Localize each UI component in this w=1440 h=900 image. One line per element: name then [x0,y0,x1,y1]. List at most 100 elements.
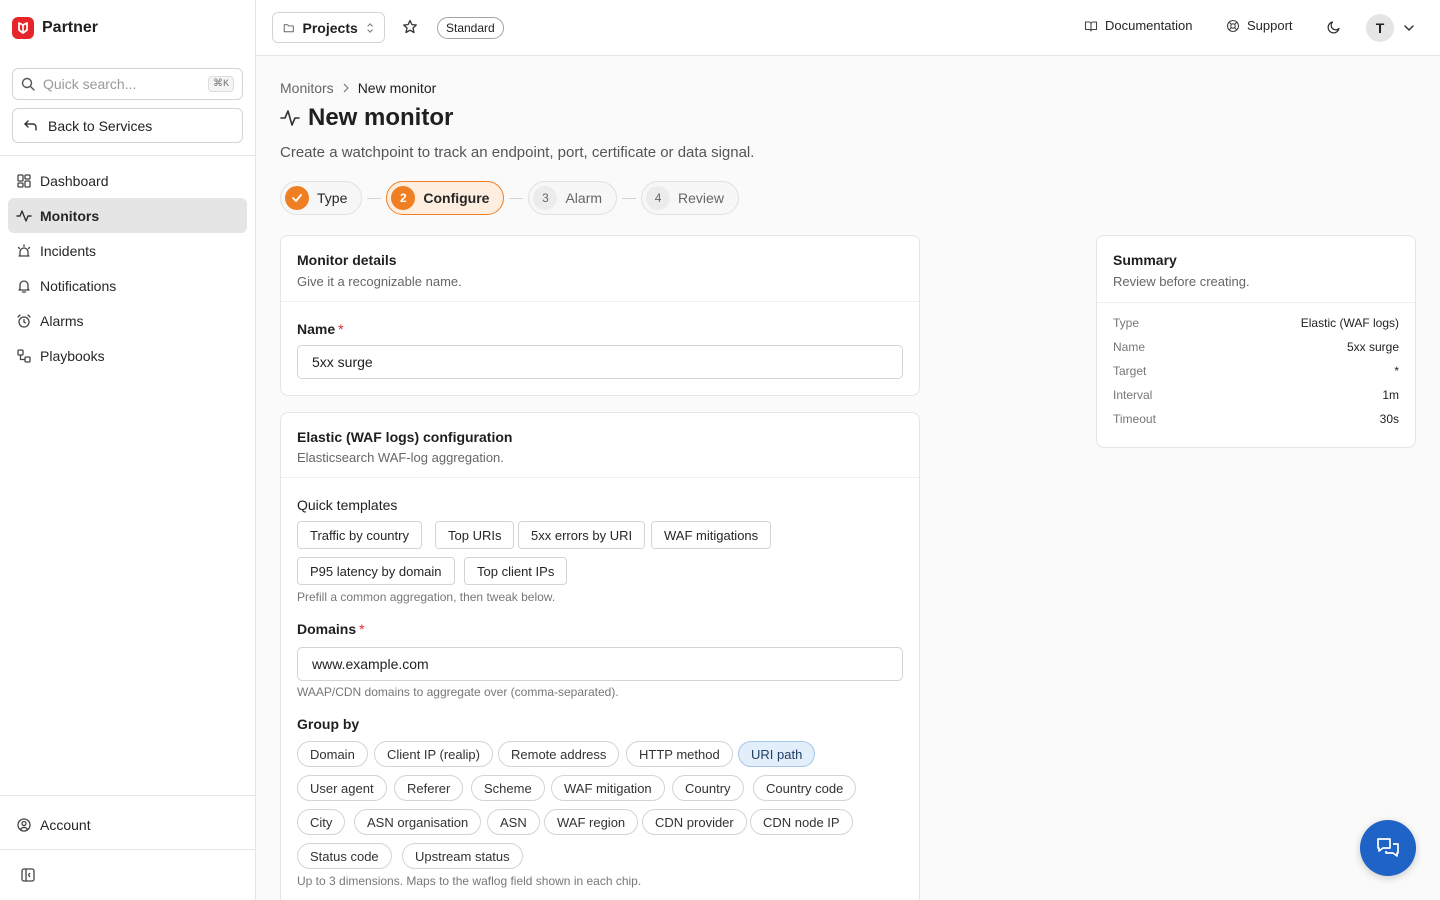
summary-key: Name [1113,340,1146,354]
divider [0,155,255,156]
step-separator [367,197,382,199]
card-description: Elasticsearch WAF-log aggregation. [297,450,504,465]
project-selector[interactable]: Projects [272,12,385,43]
domains-input[interactable]: www.example.com [297,647,903,681]
group-by-hint: Up to 3 dimensions. Maps to the waflog f… [297,874,642,888]
group-by-label: Group by [297,716,360,732]
sidebar-item-label: Alarms [40,312,84,329]
sidebar-item-incidents[interactable]: Incidents [8,233,247,268]
back-label: Back to Services [48,117,153,134]
activity-icon [280,110,300,126]
group-chip-cdn-node-ip[interactable]: CDN node IP [750,809,853,835]
domains-field-label: Domains * [297,621,365,637]
template-waf-mitigations[interactable]: WAF mitigations [651,521,772,549]
group-chip-remote-address[interactable]: Remote address [498,741,620,767]
required-marker: * [338,321,344,337]
group-chip-asn-organisation[interactable]: ASN organisation [354,809,482,835]
card-title: Elastic (WAF logs) configuration [297,429,513,445]
account-menu-chevron[interactable] [1403,23,1415,33]
group-chip-country-code[interactable]: Country code [753,775,857,801]
chat-support-button[interactable] [1360,820,1416,876]
template-5xx-errors-by-uri[interactable]: 5xx errors by URI [518,521,646,549]
collapse-sidebar-button[interactable] [20,867,36,883]
group-chip-waf-region[interactable]: WAF region [544,809,639,835]
step-label: Review [678,190,724,206]
sidebar-item-label: Monitors [40,207,100,224]
group-chip-country[interactable]: Country [672,775,744,801]
card-header: Monitor details Give it a recognizable n… [281,236,919,302]
domains-hint: WAAP/CDN domains to aggregate over (comm… [297,685,619,699]
template-p95-latency-by-domain[interactable]: P95 latency by domain [297,557,455,585]
card-title: Monitor details [297,252,397,268]
monitor-details-card: Monitor details Give it a recognizable n… [280,235,920,396]
sidebar-item-playbooks[interactable]: Playbooks [8,338,247,373]
card-header: Elastic (WAF logs) configuration Elastic… [281,413,919,478]
book-open-icon [1084,20,1098,32]
group-chip-domain[interactable]: Domain [297,741,368,767]
search-placeholder: Quick search... [43,76,137,92]
divider [0,849,255,850]
sidebar-item-alarms[interactable]: Alarms [8,303,247,338]
step-alarm[interactable]: 3 Alarm [528,181,618,215]
back-to-services-button[interactable]: Back to Services [12,108,243,143]
group-chip-http-method[interactable]: HTTP method [626,741,733,767]
activity-icon [16,209,32,222]
step-configure[interactable]: 2 Configure [386,181,505,215]
brand-name: Partner [42,19,99,36]
template-traffic-by-country[interactable]: Traffic by country [297,521,422,549]
top-bar: Projects Standard Documentation Support … [256,0,1440,56]
summary-value: 5xx surge [1346,340,1399,354]
stepper: Type 2 Configure 3 Alarm 4 Review [280,181,739,215]
step-number: 4 [646,186,671,210]
step-type[interactable]: Type [280,181,363,215]
page-subtitle: Create a watchpoint to track an endpoint… [280,144,755,161]
group-chip-waf-mitigation[interactable]: WAF mitigation [551,775,665,801]
summary-value: 1m [1382,388,1399,402]
group-chip-client-ip[interactable]: Client IP (realip) [374,741,493,767]
step-label: Configure [423,190,490,206]
documentation-link[interactable]: Documentation [1084,18,1192,33]
sidebar-bottom: Account [8,807,247,842]
group-chip-asn[interactable]: ASN [487,809,540,835]
page-title: New monitor [308,104,454,131]
sidebar-item-notifications[interactable]: Notifications [8,268,247,303]
elastic-config-card: Elastic (WAF logs) configuration Elastic… [280,412,920,900]
group-chip-status-code[interactable]: Status code [297,843,392,869]
favorite-star-button[interactable] [402,19,418,35]
summary-row-interval: Interval 1m [1113,383,1399,407]
theme-toggle-button[interactable] [1326,19,1342,35]
divider [0,795,255,796]
template-top-client-ips[interactable]: Top client IPs [464,557,568,585]
folder-icon [283,23,294,32]
bell-icon [18,279,30,293]
breadcrumb-parent[interactable]: Monitors [280,80,334,96]
group-chip-upstream-status[interactable]: Upstream status [402,843,523,869]
sidebar-item-monitors[interactable]: Monitors [8,198,247,233]
group-chip-city[interactable]: City [297,809,346,835]
summary-key: Interval [1113,388,1153,402]
name-field-label: Name * [297,321,344,337]
group-chip-uri-path[interactable]: URI path [738,741,816,767]
chevrons-up-down-icon [367,22,373,33]
group-chip-user-agent[interactable]: User agent [297,775,387,801]
sidebar-item-label: Account [40,816,91,833]
quick-search-input[interactable]: Quick search... ⌘K [12,68,243,100]
group-chip-cdn-provider[interactable]: CDN provider [642,809,747,835]
step-review[interactable]: 4 Review [641,181,739,215]
sidebar-item-label: Notifications [40,277,117,294]
user-avatar[interactable]: T [1366,14,1394,42]
brand[interactable]: Partner [0,0,255,56]
summary-key: Type [1113,316,1140,330]
template-top-uris[interactable]: Top URIs [435,521,515,549]
chevron-down-icon [1404,25,1414,32]
group-chip-referer[interactable]: Referer [394,775,464,801]
main-content: Monitors New monitor New monitor Create … [256,56,1440,900]
sidebar-item-account[interactable]: Account [8,807,247,842]
support-link[interactable]: Support [1226,18,1293,33]
summary-row-type: Type Elastic (WAF logs) [1113,311,1399,335]
group-chip-scheme[interactable]: Scheme [471,775,545,801]
sidebar-item-dashboard[interactable]: Dashboard [8,163,247,198]
step-label: Type [317,190,348,206]
step-number: 2 [391,186,416,210]
name-input[interactable]: 5xx surge [297,345,903,379]
